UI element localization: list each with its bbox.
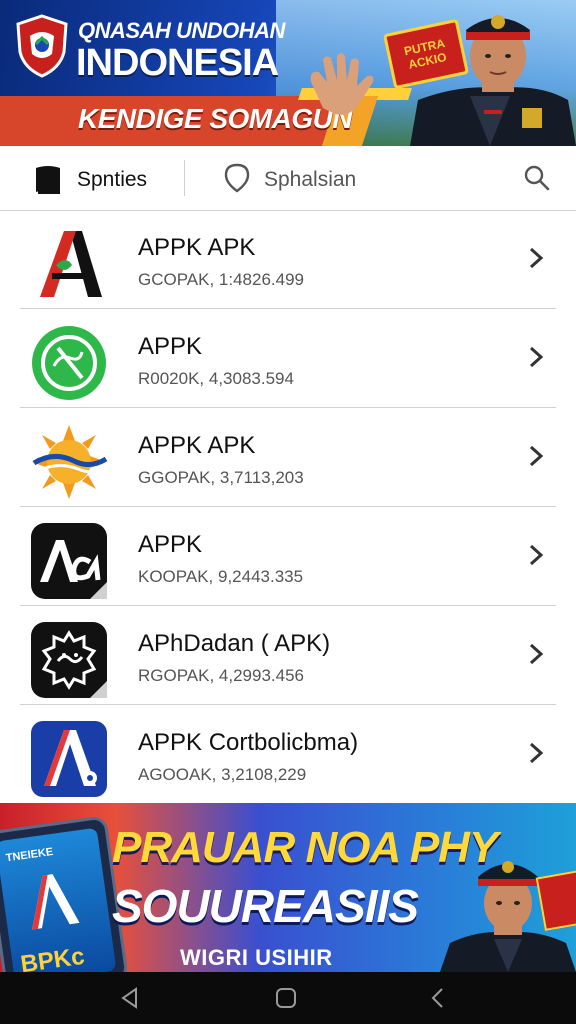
sun-wave-icon <box>32 425 108 499</box>
alpha-black-icon <box>31 523 107 599</box>
back-triangle-icon[interactable] <box>118 986 142 1010</box>
app-title: APhDadan ( APK) <box>138 630 331 657</box>
letter-a-blue-icon <box>31 721 107 797</box>
list-item[interactable]: APhDadan ( APK) RGOPAK, 4,2993.456 <box>20 606 556 705</box>
phone-brand: BPKc <box>18 942 87 972</box>
location-pin-icon[interactable] <box>224 163 250 193</box>
app-subtitle: GCOPAK, 1:4826.499 <box>138 270 305 289</box>
bottom-banner[interactable]: TNEIEKE BPKc PRAUAR NOA PHY SOUUREASIIS … <box>0 803 576 972</box>
tab-spnties[interactable]: Spnties <box>77 168 147 192</box>
chevron-right-icon[interactable] <box>528 741 544 765</box>
list-item[interactable]: APPK Cortbolicbma) AGOOAK, 3,2108,229 <box>20 705 556 803</box>
app-subtitle: RGOPAK, 4,2993.456 <box>138 666 305 685</box>
phone-screen: TNEIEKE BPKc <box>0 827 117 972</box>
back-chevron-icon[interactable] <box>426 986 450 1010</box>
banner-title-line2: INDONESIA <box>76 42 279 84</box>
app-title: APPK <box>138 333 203 360</box>
list-item[interactable]: APPK KOOPAK, 9,2443.335 <box>20 507 556 606</box>
promo-subheadline: SOUUREASIIS <box>112 880 419 932</box>
app-title: APPK <box>138 531 203 558</box>
letter-a-red-icon <box>40 231 102 297</box>
officer-photo <box>410 15 576 146</box>
banner-title-line1: QNASAH UNDOHAN <box>78 18 285 43</box>
app-title: APPK APK <box>138 432 256 459</box>
chevron-right-icon[interactable] <box>528 345 544 369</box>
book-icon[interactable] <box>34 164 62 194</box>
app-list: APPK APK GCOPAK, 1:4826.499 APPK R0020K,… <box>0 210 576 803</box>
phone-header: TNEIEKE <box>5 845 54 865</box>
search-icon[interactable] <box>523 164 551 192</box>
app-subtitle: AGOOAK, 3,2108,229 <box>138 765 307 784</box>
top-banner[interactable]: QNASAH UNDOHAN INDONESIA KENDIGE SOMAGUN… <box>0 0 576 146</box>
waving-hand <box>310 53 374 115</box>
tab-sphalsian[interactable]: Sphalsian <box>264 168 356 192</box>
phone-illustration: TNEIEKE BPKc <box>0 815 129 972</box>
app-subtitle: GGOPAK, 3,7113,203 <box>138 468 304 487</box>
app-subtitle: KOOPAK, 9,2443.335 <box>138 567 304 586</box>
green-circle-app-icon <box>32 326 106 400</box>
filter-bar: Spnties Sphalsian <box>0 146 576 211</box>
app-title: APPK APK <box>138 234 256 261</box>
app-subtitle: R0020K, 4,3083.594 <box>138 369 294 388</box>
gear-face-icon <box>31 622 107 698</box>
shield-logo-icon <box>16 14 68 78</box>
chevron-right-icon[interactable] <box>528 246 544 270</box>
list-item[interactable]: APPK R0020K, 4,3083.594 <box>20 309 556 408</box>
promo-footer-text: WIGRI USIHIR <box>180 945 333 970</box>
phone-a-logo-icon <box>32 874 80 930</box>
home-square-icon[interactable] <box>274 986 298 1010</box>
tab-divider <box>184 160 185 196</box>
chevron-right-icon[interactable] <box>528 642 544 666</box>
chevron-right-icon[interactable] <box>528 444 544 468</box>
list-item[interactable]: APPK APK GCOPAK, 1:4826.499 <box>20 210 556 309</box>
system-nav-bar <box>0 972 576 1024</box>
list-item[interactable]: APPK APK GGOPAK, 3,7113,203 <box>20 408 556 507</box>
chevron-right-icon[interactable] <box>528 543 544 567</box>
app-title: APPK Cortbolicbma) <box>138 729 359 756</box>
